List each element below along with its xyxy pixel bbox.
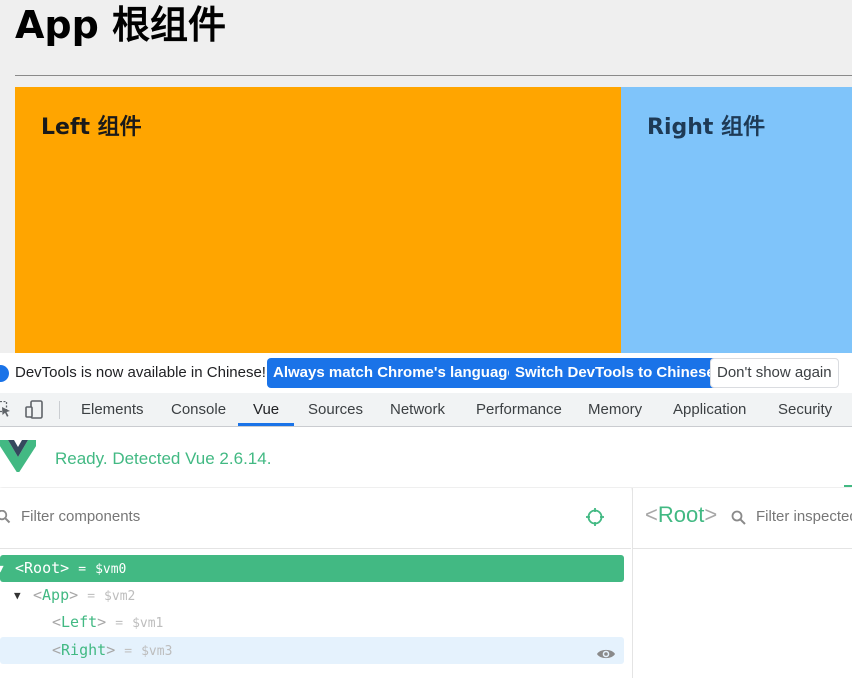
tag-bracket: > xyxy=(69,586,79,604)
tab-security[interactable]: Security xyxy=(778,393,832,426)
tab-performance[interactable]: Performance xyxy=(476,393,562,426)
vm-ref: $vm2 xyxy=(104,589,136,604)
switch-to-chinese-button[interactable]: Switch DevTools to Chinese xyxy=(509,358,721,388)
collapse-triangle-icon[interactable]: ▼ xyxy=(14,582,21,609)
devtools-panel: DevTools is now available in Chinese! Al… xyxy=(0,353,852,678)
active-tab-indicator xyxy=(238,423,294,426)
vue-logo-icon xyxy=(0,440,40,476)
left-component-box: Left 组件 xyxy=(15,87,621,353)
vm-equals: = xyxy=(115,616,124,631)
collapse-triangle-icon[interactable]: ▼ xyxy=(0,555,4,582)
toolbar-separator xyxy=(59,401,60,419)
tag-bracket: < xyxy=(52,641,62,659)
component-name: Root xyxy=(24,559,61,577)
tab-network[interactable]: Network xyxy=(390,393,445,426)
component-name: Left xyxy=(61,613,98,631)
vm-equals: = xyxy=(124,644,133,659)
component-filter-bar xyxy=(0,488,631,549)
inspector-header: <Root> xyxy=(633,488,852,549)
tab-application[interactable]: Application xyxy=(673,393,746,426)
inspector-pane: <Root> xyxy=(632,488,852,678)
tree-row-left[interactable]: <Left> = $vm1 xyxy=(0,609,624,636)
right-component-box: Right 组件 xyxy=(621,87,852,353)
filter-inspected-data-input[interactable] xyxy=(756,508,852,525)
vm-ref: $vm1 xyxy=(132,616,164,631)
vm-equals: = xyxy=(78,562,87,577)
tab-memory[interactable]: Memory xyxy=(588,393,642,426)
inspected-component-label: <Root> xyxy=(645,502,718,527)
filter-components-input[interactable] xyxy=(21,508,561,525)
info-icon xyxy=(0,365,9,382)
vm-ref: $vm0 xyxy=(95,562,127,577)
page-viewport: App 根组件 Left 组件 Right 组件 xyxy=(0,0,852,353)
tag-bracket: > xyxy=(97,613,107,631)
devtools-tab-bar: Elements Console Vue Sources Network Per… xyxy=(0,393,852,427)
dont-show-again-button[interactable]: Don't show again xyxy=(710,358,839,388)
component-tree-pane: ▼ <Root> = $vm0 ▼ <App> = $vm2 <Left> = xyxy=(0,488,631,678)
header-accent xyxy=(844,485,852,487)
tab-vue[interactable]: Vue xyxy=(253,393,279,426)
tab-sources[interactable]: Sources xyxy=(308,393,363,426)
tag-bracket: < xyxy=(33,586,43,604)
vm-equals: = xyxy=(87,589,96,604)
tab-console[interactable]: Console xyxy=(171,393,226,426)
tag-bracket: > xyxy=(60,559,70,577)
tree-row-root[interactable]: ▼ <Root> = $vm0 xyxy=(0,555,624,582)
infobar-message: DevTools is now available in Chinese! xyxy=(15,364,266,381)
tag-bracket: < xyxy=(52,613,62,631)
always-match-language-button[interactable]: Always match Chrome's language xyxy=(267,358,522,388)
vue-detected-status: Ready. Detected Vue 2.6.14. xyxy=(55,449,272,468)
tab-elements[interactable]: Elements xyxy=(81,393,144,426)
inspect-element-icon[interactable] xyxy=(0,400,12,423)
vm-ref: $vm3 xyxy=(141,644,173,659)
eye-icon[interactable] xyxy=(596,643,616,670)
vue-devtools-header: Ready. Detected Vue 2.6.14. xyxy=(0,427,852,487)
left-component-title: Left 组件 xyxy=(41,115,142,140)
language-infobar: DevTools is now available in Chinese! Al… xyxy=(0,353,852,394)
component-name: App xyxy=(42,586,70,604)
horizontal-rule xyxy=(15,75,852,76)
app-title: App 根组件 xyxy=(15,3,227,47)
tag-bracket: < xyxy=(15,559,25,577)
select-component-target-icon[interactable] xyxy=(585,507,605,531)
search-icon xyxy=(731,510,747,530)
search-icon xyxy=(0,509,13,530)
component-name: Right xyxy=(61,641,107,659)
tree-row-right[interactable]: <Right> = $vm3 xyxy=(0,637,624,664)
tag-bracket: > xyxy=(106,641,116,659)
tree-row-app[interactable]: ▼ <App> = $vm2 xyxy=(0,582,624,609)
device-toolbar-icon[interactable] xyxy=(25,400,45,424)
right-component-title: Right 组件 xyxy=(647,115,766,140)
